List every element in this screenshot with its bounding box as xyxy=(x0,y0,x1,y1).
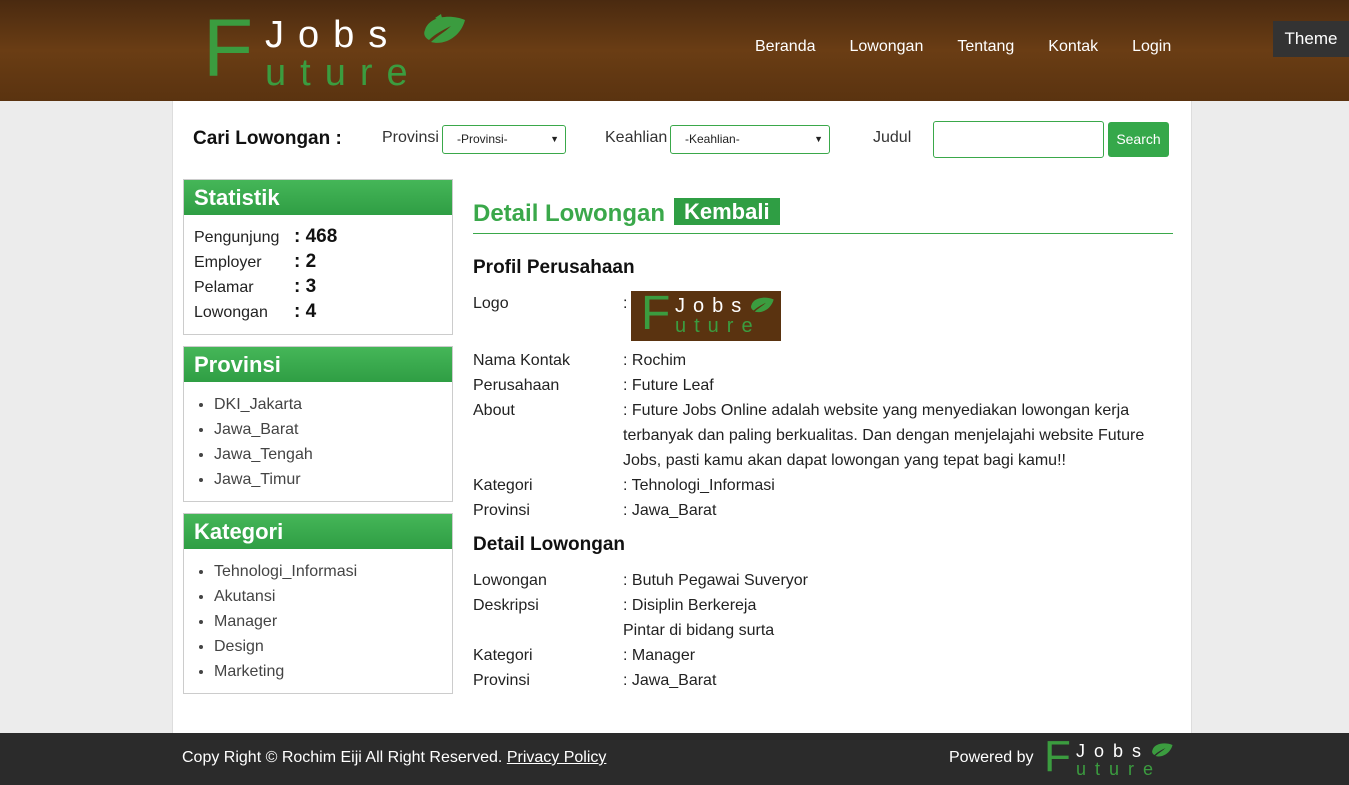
provinsi-list: DKI_Jakarta Jawa_Barat Jawa_Tengah Jawa_… xyxy=(184,382,452,492)
provinsi-select-value: -Provinsi- xyxy=(457,132,508,146)
nav-lowongan[interactable]: Lowongan xyxy=(850,38,924,56)
keahlian-select-value: -Keahlian- xyxy=(685,132,740,146)
company-logo: F Jobs uture xyxy=(631,287,781,341)
footer-logo-bottom: uture xyxy=(1076,759,1163,779)
nav-login[interactable]: Login xyxy=(1132,38,1171,56)
detail-heading: Detail Lowongan xyxy=(473,534,625,555)
main-nav: Beranda Lowongan Tentang Kontak Login xyxy=(738,38,1188,56)
provinsi-item[interactable]: Jawa_Timur xyxy=(214,467,452,492)
profil-provinsi-label: Provinsi xyxy=(473,502,530,519)
chevron-down-icon: ▼ xyxy=(550,134,559,144)
profil-logo-row: Logo : F Jobs uture xyxy=(473,287,1173,343)
stat-row: Employer : 2 xyxy=(184,250,452,275)
stat-value: : 468 xyxy=(294,226,338,247)
statistik-panel: Statistik Pengunjung : 468 Employer : 2 … xyxy=(183,179,453,335)
provinsi-select[interactable]: -Provinsi- ▼ xyxy=(442,125,566,154)
about-label: About xyxy=(473,402,515,419)
logo-top-text: Jobs xyxy=(265,14,402,56)
lowongan-value: : Butuh Pegawai Suveryor xyxy=(623,572,808,589)
footer-logo-top: Jobs xyxy=(1076,741,1151,761)
copyright: Copy Right © Rochim Eiji All Right Reser… xyxy=(182,749,606,767)
kategori-item[interactable]: Akutansi xyxy=(214,584,452,609)
perusahaan-value: : Future Leaf xyxy=(623,377,714,394)
page-title: Detail Lowongan xyxy=(473,200,665,227)
kategori-list: Tehnologi_Informasi Akutansi Manager Des… xyxy=(184,549,452,684)
kategori-title: Kategori xyxy=(184,514,452,549)
stat-row: Lowongan : 4 xyxy=(184,300,452,325)
keahlian-label: Keahlian xyxy=(605,129,668,146)
profil-kategori-label: Kategori xyxy=(473,477,533,494)
nama-kontak-value: : Rochim xyxy=(623,352,687,369)
profil-heading: Profil Perusahaan xyxy=(473,257,635,278)
site-header: F Jobs uture Beranda Lowongan Tentang Ko… xyxy=(0,0,1349,101)
company-logo-top: Jobs xyxy=(675,295,750,317)
stat-value: : 2 xyxy=(294,251,317,272)
about-value: : Future Jobs Online adalah website yang… xyxy=(623,402,1145,469)
profil-provinsi-value: : Jawa_Barat xyxy=(623,502,717,519)
logo-label: Logo xyxy=(473,295,509,312)
site-logo[interactable]: F Jobs uture xyxy=(203,8,473,94)
stat-label: Lowongan xyxy=(194,304,268,321)
leaf-icon xyxy=(751,297,774,313)
leaf-icon xyxy=(424,14,465,43)
powered-by-label: Powered by xyxy=(949,749,1034,766)
search-title: Cari Lowongan : xyxy=(193,128,342,149)
profil-kategori-value: : Tehnologi_Informasi xyxy=(623,477,775,494)
nav-tentang[interactable]: Tentang xyxy=(957,38,1014,56)
provinsi-item[interactable]: DKI_Jakarta xyxy=(214,392,452,417)
stat-label: Pelamar xyxy=(194,279,254,296)
detail-provinsi-value: : Jawa_Barat xyxy=(623,672,717,689)
footer-logo-letter: F xyxy=(1044,732,1071,781)
leaf-icon xyxy=(1152,743,1173,757)
kategori-item[interactable]: Manager xyxy=(214,609,452,634)
provinsi-title: Provinsi xyxy=(184,347,452,382)
theme-button[interactable]: Theme xyxy=(1273,21,1349,57)
company-logo-bottom: uture xyxy=(675,315,761,337)
deskripsi-value-line1: : Disiplin Berkereja xyxy=(623,597,757,614)
footer-logo[interactable]: F Jobs uture xyxy=(1040,733,1180,781)
detail-title-bar: Detail Lowongan Kembali xyxy=(473,197,1173,234)
nav-beranda[interactable]: Beranda xyxy=(755,38,816,56)
copyright-text: Copy Right © Rochim Eiji All Right Reser… xyxy=(182,749,503,766)
stat-row: Pelamar : 3 xyxy=(184,275,452,300)
nav-kontak[interactable]: Kontak xyxy=(1048,38,1098,56)
kategori-item[interactable]: Design xyxy=(214,634,452,659)
kategori-panel: Kategori Tehnologi_Informasi Akutansi Ma… xyxy=(183,513,453,694)
detail-provinsi-label: Provinsi xyxy=(473,672,530,689)
logo-bottom-text: uture xyxy=(265,52,422,94)
search-button[interactable]: Search xyxy=(1108,122,1169,157)
judul-label: Judul xyxy=(873,129,912,146)
provinsi-label: Provinsi xyxy=(382,129,439,146)
about-row: About : Future Jobs Online adalah websit… xyxy=(473,398,1173,473)
detail-main: Detail Lowongan Kembali Profil Perusahaa… xyxy=(473,197,1173,689)
stat-row: Pengunjung : 468 xyxy=(184,225,452,250)
company-logo-letter: F xyxy=(641,287,671,340)
perusahaan-label: Perusahaan xyxy=(473,377,560,394)
provinsi-item[interactable]: Jawa_Tengah xyxy=(214,442,452,467)
stat-value: : 4 xyxy=(294,301,317,322)
provinsi-panel: Provinsi DKI_Jakarta Jawa_Barat Jawa_Ten… xyxy=(183,346,453,502)
stat-value: : 3 xyxy=(294,276,317,297)
deskripsi-value-line2: Pintar di bidang surta xyxy=(623,622,775,639)
lowongan-label: Lowongan xyxy=(473,572,547,589)
search-bar: Cari Lowongan : Provinsi -Provinsi- ▼ Ke… xyxy=(193,121,1173,161)
site-footer: Copy Right © Rochim Eiji All Right Reser… xyxy=(0,733,1349,785)
stat-label: Pengunjung xyxy=(194,229,280,246)
statistik-title: Statistik xyxy=(184,180,452,215)
chevron-down-icon: ▼ xyxy=(814,134,823,144)
content-container: Cari Lowongan : Provinsi -Provinsi- ▼ Ke… xyxy=(172,101,1192,733)
keahlian-select[interactable]: -Keahlian- ▼ xyxy=(670,125,830,154)
stat-label: Employer xyxy=(194,254,262,271)
nama-kontak-label: Nama Kontak xyxy=(473,352,570,369)
back-button[interactable]: Kembali xyxy=(674,198,780,225)
deskripsi-label: Deskripsi xyxy=(473,597,539,614)
provinsi-item[interactable]: Jawa_Barat xyxy=(214,417,452,442)
kategori-item[interactable]: Tehnologi_Informasi xyxy=(214,559,452,584)
judul-input[interactable] xyxy=(933,121,1104,158)
detail-kategori-value: : Manager xyxy=(623,647,696,664)
privacy-policy-link[interactable]: Privacy Policy xyxy=(507,749,607,766)
logo-big-letter: F xyxy=(203,3,254,94)
detail-kategori-label: Kategori xyxy=(473,647,533,664)
kategori-item[interactable]: Marketing xyxy=(214,659,452,684)
